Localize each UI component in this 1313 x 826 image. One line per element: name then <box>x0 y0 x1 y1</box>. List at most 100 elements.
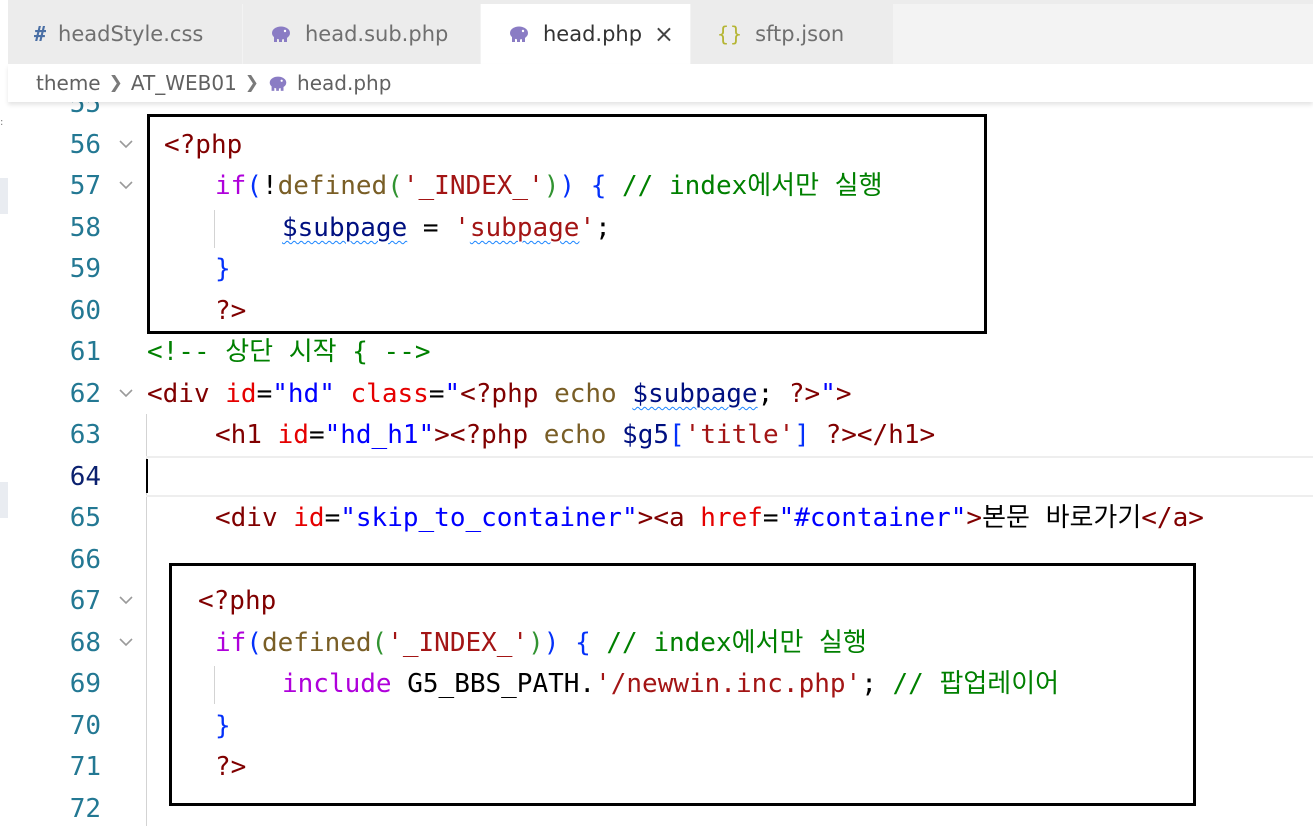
activity-bar-highlight <box>0 482 8 518</box>
code-token: "#container" <box>778 503 967 533</box>
code-token: <div <box>147 379 210 409</box>
line-number: 61 <box>69 337 101 367</box>
code-token: > <box>835 379 852 409</box>
code-line[interactable]: 62 <div id="hd" class="<?php echo $subpa… <box>8 373 1313 414</box>
code-token: " <box>820 379 836 409</box>
line-number: 70 <box>69 711 101 741</box>
line-number: 64 <box>69 462 101 492</box>
line-number: 59 <box>69 254 101 284</box>
code-token: = <box>428 379 445 409</box>
highlight-box <box>147 114 987 334</box>
breadcrumb-item[interactable]: theme <box>36 71 101 95</box>
line-number: 65 <box>69 503 101 533</box>
code-token: ] <box>794 420 810 450</box>
code-token: " <box>444 379 461 409</box>
code-token: = <box>308 420 325 450</box>
code-token: <div <box>215 503 278 533</box>
code-token: "skip_to_container" <box>340 503 638 533</box>
code-token: echo <box>543 420 607 450</box>
tab-head-php[interactable]: head.php × <box>481 4 691 64</box>
line-number: 55 <box>69 102 101 119</box>
code-token: "hd_h1" <box>324 420 435 450</box>
code-text: <div id="hd" class="<?php echo $subpage;… <box>147 380 852 408</box>
close-icon[interactable]: × <box>654 22 674 46</box>
code-line[interactable]: 64 <box>8 456 1313 497</box>
code-token: > <box>434 420 450 450</box>
code-line[interactable]: 63 <h1 id="hd_h1"><?php echo $g5['title'… <box>8 414 1313 455</box>
php-file-icon <box>269 25 293 43</box>
code-token: [ <box>669 420 685 450</box>
fold-chevron-icon[interactable] <box>116 632 136 652</box>
code-token: </a> <box>1141 503 1204 533</box>
breadcrumb-item[interactable]: head.php <box>297 71 391 95</box>
breadcrumb-item[interactable]: AT_WEB01 <box>131 71 237 95</box>
line-number: 68 <box>69 628 101 658</box>
code-token: </h1> <box>856 420 936 450</box>
tab-bar: # headStyle.css head.sub.php head.php × … <box>8 0 1313 64</box>
line-number: 71 <box>69 752 101 782</box>
code-token: class <box>350 379 429 409</box>
php-file-icon <box>267 75 289 92</box>
highlight-box <box>169 563 1196 806</box>
code-token: id <box>225 379 257 409</box>
fold-chevron-icon[interactable] <box>116 175 136 195</box>
code-token: ><a <box>637 503 685 533</box>
tab-label: head.sub.php <box>305 22 449 46</box>
code-line[interactable]: 61 <!-- 상단 시작 { --> <box>8 331 1313 372</box>
fold-chevron-icon[interactable] <box>116 134 136 154</box>
code-token: echo <box>554 379 617 409</box>
php-file-icon <box>507 25 531 43</box>
activity-bar-highlight <box>0 178 8 214</box>
tab-sftp-json[interactable]: {} sftp.json <box>691 4 894 64</box>
line-number: 56 <box>69 130 101 160</box>
breadcrumb: theme ❯ AT_WEB01 ❯ head.php <box>8 64 1313 102</box>
line-number: 60 <box>69 296 101 326</box>
chevron-right-icon: ❯ <box>244 73 260 93</box>
tab-label: sftp.json <box>755 22 845 46</box>
json-file-icon: {} <box>717 22 744 46</box>
code-token: <h1 <box>215 420 262 450</box>
fold-chevron-icon[interactable] <box>116 383 136 403</box>
code-line[interactable]: 65 <div id="skip_to_container"><a href="… <box>8 497 1313 538</box>
code-token: <!-- 상단 시작 { --> <box>147 337 431 367</box>
tab-label: headStyle.css <box>58 22 204 46</box>
code-text: <!-- 상단 시작 { --> <box>147 338 431 366</box>
activity-bar-edge: : <box>0 0 8 826</box>
code-token: href <box>700 503 763 533</box>
code-text: <h1 id="hd_h1"><?php echo $g5['title'] ?… <box>215 421 935 449</box>
code-token: = <box>324 503 341 533</box>
code-token: $g5 <box>622 420 670 450</box>
line-number: 63 <box>69 420 101 450</box>
code-editor[interactable]: 55 56 <?php 57 if(!defined('_INDEX_')) {… <box>8 102 1313 826</box>
more-icon: : <box>0 117 4 128</box>
chevron-right-icon: ❯ <box>108 73 123 93</box>
code-token: "hd" <box>272 379 335 409</box>
fold-chevron-icon[interactable] <box>116 590 136 610</box>
tab-headstyle-css[interactable]: # headStyle.css <box>8 4 243 64</box>
code-token: <?php <box>460 379 539 409</box>
code-token: ?> <box>825 420 857 450</box>
line-number: 69 <box>69 669 101 699</box>
code-token: = <box>762 503 779 533</box>
line-number: 62 <box>69 379 101 409</box>
line-number: 67 <box>69 586 101 616</box>
code-text: <div id="skip_to_container"><a href="#co… <box>215 504 1204 532</box>
code-token: 본문 바로가기 <box>982 503 1142 533</box>
tab-head-sub-php[interactable]: head.sub.php <box>243 4 481 64</box>
code-token: id <box>277 420 309 450</box>
line-number: 57 <box>69 171 101 201</box>
code-token: ?> <box>788 379 821 409</box>
code-token: = <box>256 379 273 409</box>
code-token: ; <box>757 379 789 409</box>
code-token: <?php <box>449 420 529 450</box>
line-number: 58 <box>69 213 101 243</box>
